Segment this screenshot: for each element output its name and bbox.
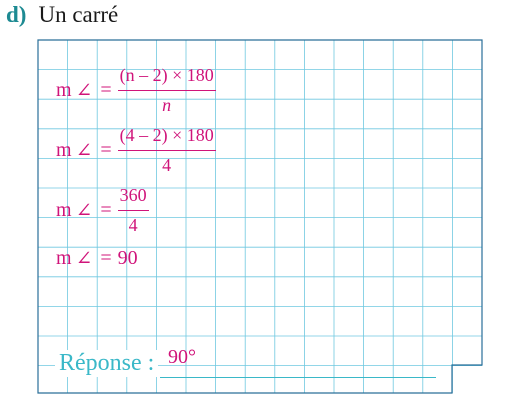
angle-symbol: ∠ [75, 248, 93, 270]
measure-m: m [56, 138, 72, 161]
work-line-2: m ∠ = (4 – 2) × 180 4 [56, 126, 216, 174]
angle-symbol: ∠ [75, 79, 93, 102]
fraction: 360 4 [117, 186, 149, 235]
fraction-denominator: 4 [162, 155, 172, 175]
answer-value[interactable]: 90° [168, 346, 196, 369]
work-line-4: m ∠ = 90 [56, 246, 138, 271]
fraction-denominator: n [162, 95, 172, 115]
fraction-numerator: (n – 2) × 180 [117, 66, 216, 91]
equals-sign: = [100, 247, 112, 269]
measure-m: m [56, 198, 72, 221]
fraction-numerator: 360 [117, 186, 149, 211]
fraction: (n – 2) × 180 n [117, 66, 216, 115]
result-value: 90 [117, 247, 138, 269]
angle-symbol: ∠ [75, 139, 93, 162]
answer-label: Réponse : [55, 350, 159, 377]
fraction-numerator: (4 – 2) × 180 [117, 126, 216, 151]
measure-m: m [56, 247, 72, 269]
answer-underline [160, 377, 436, 378]
equals-sign: = [100, 198, 112, 221]
equals-sign: = [100, 78, 112, 101]
work-line-1: m ∠ = (n – 2) × 180 n [56, 66, 216, 114]
fraction: (4 – 2) × 180 4 [117, 126, 216, 175]
equals-sign: = [100, 138, 112, 161]
angle-symbol: ∠ [75, 199, 93, 222]
grid-notch [453, 366, 493, 401]
fraction-denominator: 4 [128, 215, 138, 235]
measure-m: m [56, 78, 72, 101]
work-line-3: m ∠ = 360 4 [56, 186, 149, 234]
